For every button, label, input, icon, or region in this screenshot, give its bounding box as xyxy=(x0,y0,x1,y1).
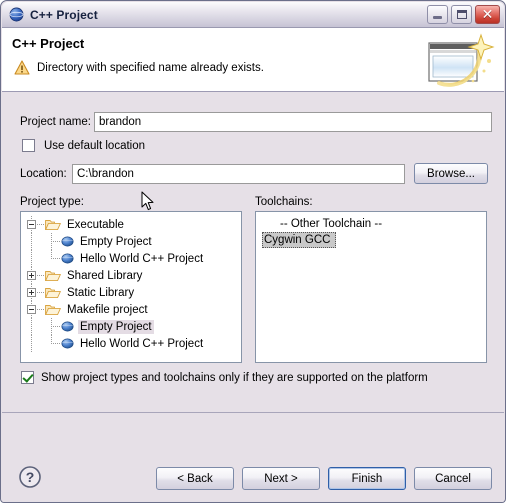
folder-open-icon xyxy=(45,220,61,231)
tree-guide-line xyxy=(31,335,32,352)
collapse-icon[interactable] xyxy=(27,305,36,314)
project-type-sphere-icon xyxy=(61,236,74,247)
toolchains-label: Toolchains: xyxy=(255,196,313,208)
project-type-sphere-icon xyxy=(61,338,74,349)
maximize-button[interactable] xyxy=(451,5,472,24)
project-name-input[interactable] xyxy=(94,112,492,132)
finish-button[interactable]: Finish xyxy=(328,467,406,490)
toolchain-list-item[interactable]: Cygwin GCC xyxy=(256,232,486,248)
project-type-label: Project type: xyxy=(20,196,84,208)
location-input[interactable] xyxy=(72,163,405,184)
collapse-icon[interactable] xyxy=(27,220,36,229)
warning-icon xyxy=(14,60,30,75)
tree-node-label: Empty Project xyxy=(80,235,152,248)
tree-guide-line xyxy=(37,309,44,311)
cancel-button[interactable]: Cancel xyxy=(414,467,492,490)
toolchain-list-root: -- Other Toolchain -- Cygwin GCC xyxy=(256,212,486,248)
project-name-row: Project name: xyxy=(20,112,492,132)
use-default-location-checkbox[interactable] xyxy=(22,139,35,152)
expand-icon[interactable] xyxy=(27,271,36,280)
tree-leaf-node[interactable]: Hello World C++ Project xyxy=(21,335,241,352)
header-message: Directory with specified name already ex… xyxy=(37,61,264,74)
tree-guide-line xyxy=(51,326,60,328)
title-bar[interactable]: C++ Project ✕ xyxy=(2,2,504,28)
minimize-icon xyxy=(433,16,442,19)
location-label: Location: xyxy=(20,167,67,180)
tree-folder-node[interactable]: Makefile project xyxy=(21,301,241,318)
tree-guide-line xyxy=(51,343,60,345)
page-title: C++ Project xyxy=(12,36,85,51)
folder-open-icon xyxy=(45,288,61,299)
tree-folder-node[interactable]: Shared Library xyxy=(21,267,241,284)
window-title: C++ Project xyxy=(30,7,98,22)
dialog-footer: ? < Back Next > Finish Cancel xyxy=(2,457,504,502)
footer-divider xyxy=(2,412,504,413)
toolchain-item-label: -- Other Toolchain -- xyxy=(280,218,383,230)
tree-node-label: Executable xyxy=(67,218,124,231)
show-supported-label: Show project types and toolchains only i… xyxy=(41,371,428,384)
use-default-location-label: Use default location xyxy=(44,139,146,152)
close-button[interactable]: ✕ xyxy=(475,5,500,24)
expand-icon[interactable] xyxy=(27,288,36,297)
tree-guide-line xyxy=(31,250,32,267)
dialog-body: Project name: Use default location Locat… xyxy=(2,92,504,456)
cpp-project-dialog: C++ Project ✕ C++ Project Directory with… xyxy=(0,0,506,503)
window-controls: ✕ xyxy=(427,5,500,24)
toolchain-list-item[interactable]: -- Other Toolchain -- xyxy=(256,216,486,232)
tree-folder-node[interactable]: Executable xyxy=(21,216,241,233)
show-supported-checkbox[interactable] xyxy=(21,371,34,384)
tree-root: Executable Empty Project Hello World C++ P… xyxy=(21,212,241,352)
project-name-label: Project name: xyxy=(20,116,91,128)
project-type-tree[interactable]: Executable Empty Project Hello World C++ P… xyxy=(20,211,242,363)
maximize-icon xyxy=(457,10,467,19)
folder-open-icon xyxy=(45,271,61,282)
location-row: Location: Browse... xyxy=(20,163,488,184)
tree-guide-line xyxy=(37,275,44,277)
tree-folder-node[interactable]: Static Library xyxy=(21,284,241,301)
toolchains-list[interactable]: -- Other Toolchain -- Cygwin GCC xyxy=(255,211,487,363)
help-question-icon[interactable]: ? xyxy=(18,465,42,489)
new-project-wizard-banner-icon xyxy=(428,33,495,87)
tree-guide-line xyxy=(31,318,32,335)
project-type-sphere-icon xyxy=(61,253,74,264)
next-button[interactable]: Next > xyxy=(242,467,320,490)
tree-leaf-node[interactable]: Empty Project xyxy=(21,318,241,335)
tree-node-label: Empty Project xyxy=(78,319,154,334)
footer-buttons: < Back Next > Finish Cancel xyxy=(156,467,492,490)
tree-node-label: Shared Library xyxy=(67,269,143,282)
folder-open-icon xyxy=(45,305,61,316)
toolchain-item-label: Cygwin GCC xyxy=(262,232,337,248)
back-button[interactable]: < Back xyxy=(156,467,234,490)
svg-text:?: ? xyxy=(26,469,35,485)
tree-guide-line xyxy=(31,233,32,250)
show-supported-row[interactable]: Show project types and toolchains only i… xyxy=(21,371,428,384)
tree-node-label: Hello World C++ Project xyxy=(80,337,204,350)
tree-guide-line xyxy=(37,224,44,226)
tree-guide-line xyxy=(51,241,60,243)
tree-leaf-node[interactable]: Hello World C++ Project xyxy=(21,250,241,267)
browse-button[interactable]: Browse... xyxy=(414,163,488,184)
dialog-header: C++ Project Directory with specified nam… xyxy=(2,28,504,92)
tree-guide-line xyxy=(37,292,44,294)
use-default-location-row[interactable]: Use default location xyxy=(22,139,145,152)
minimize-button[interactable] xyxy=(427,5,448,24)
tree-guide-line xyxy=(51,258,60,260)
tree-leaf-node[interactable]: Empty Project xyxy=(21,233,241,250)
tree-node-label: Hello World C++ Project xyxy=(80,252,204,265)
close-icon: ✕ xyxy=(481,6,494,23)
eclipse-sphere-icon xyxy=(9,7,24,22)
tree-node-label: Makefile project xyxy=(67,303,148,316)
tree-node-label: Static Library xyxy=(67,286,135,299)
header-message-row: Directory with specified name already ex… xyxy=(14,60,264,75)
project-type-sphere-icon xyxy=(61,321,74,332)
